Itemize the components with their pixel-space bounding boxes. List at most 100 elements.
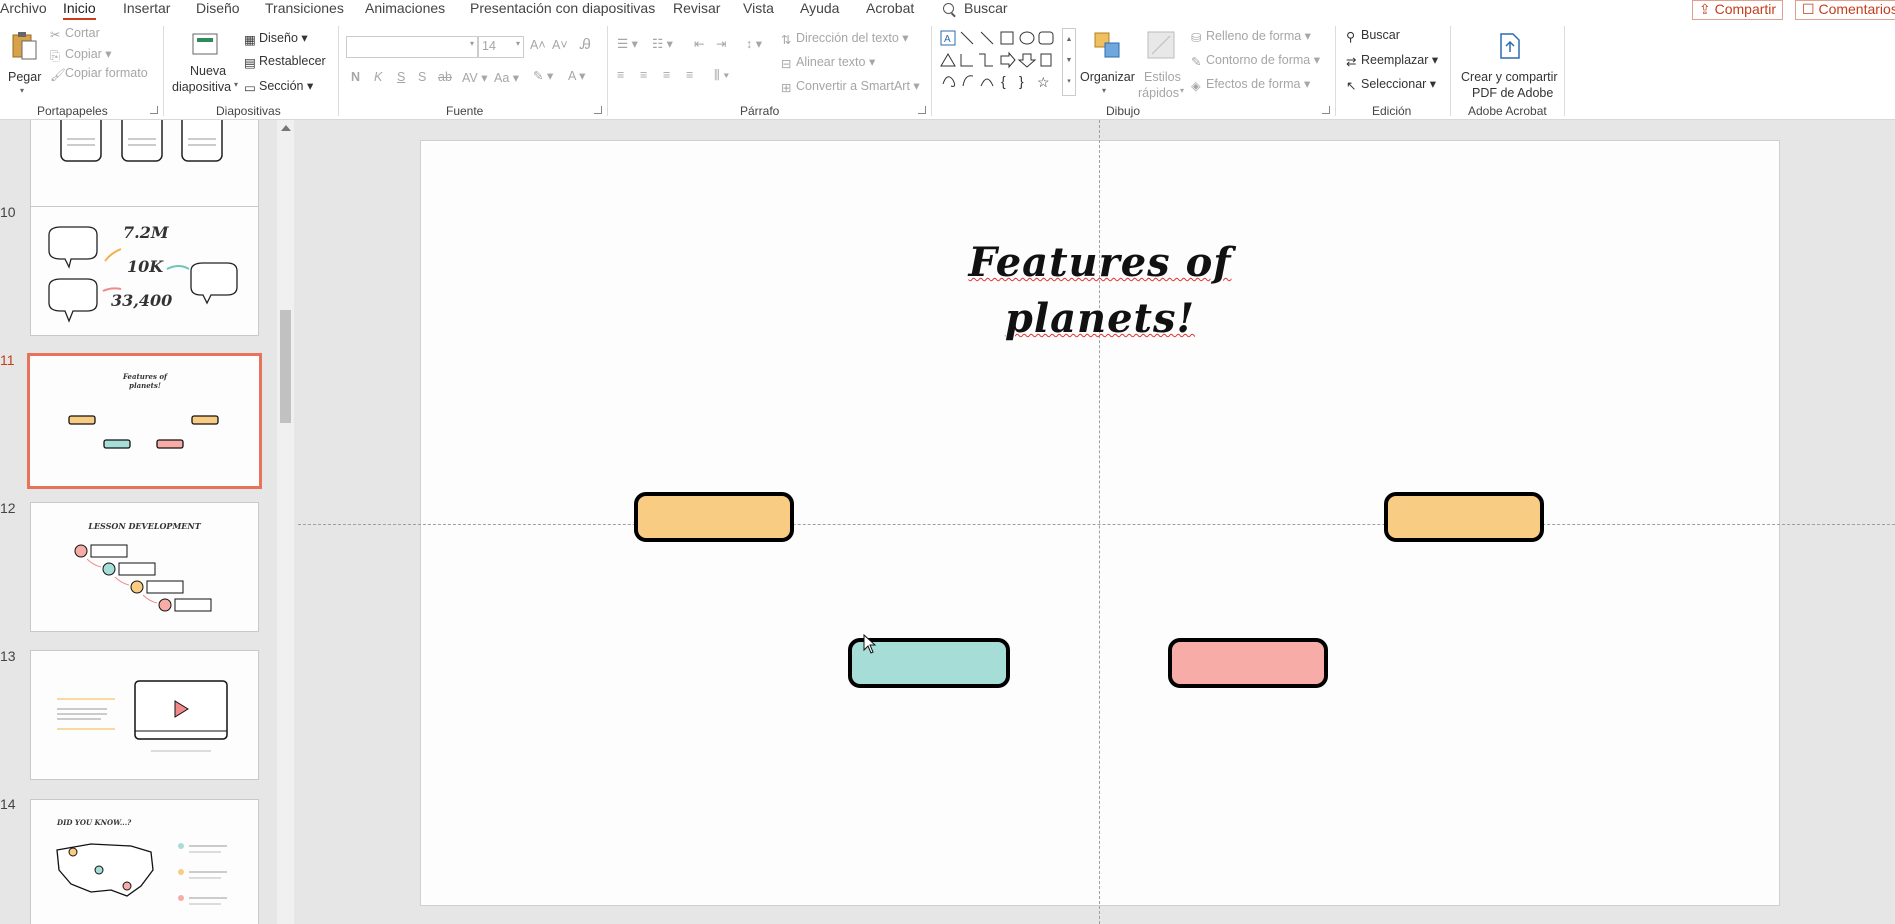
tab-diseno[interactable]: Diseño: [196, 0, 240, 18]
section-button[interactable]: ▭ Sección ▾: [244, 78, 313, 95]
font-size-dropdown[interactable]: 14 ▾: [478, 36, 524, 58]
layout-button[interactable]: ▦ Diseño ▾: [244, 30, 308, 47]
font-color-icon[interactable]: A ▾: [568, 68, 585, 83]
tab-animaciones[interactable]: Animaciones: [365, 0, 445, 18]
font-name-dropdown[interactable]: ▾: [346, 36, 478, 58]
launcher-icon[interactable]: [1322, 106, 1330, 114]
scroll-up-icon[interactable]: [281, 125, 291, 131]
quick-styles-button[interactable]: Estilos rápidos ▾: [1136, 28, 1188, 104]
mouse-cursor-icon: [863, 634, 877, 654]
slide-title-line-1: Features of: [968, 239, 1232, 286]
tab-inicio[interactable]: Inicio: [63, 0, 96, 20]
slide-thumbnail-10[interactable]: 7.2M 10K 33,400: [30, 206, 259, 336]
copy-button[interactable]: ⎘ Copiar ▾: [50, 46, 112, 63]
tab-transiciones[interactable]: Transiciones: [265, 0, 344, 18]
slide-thumbnail-13[interactable]: [30, 650, 259, 780]
align-right-icon[interactable]: ≡: [663, 68, 670, 82]
tab-acrobat[interactable]: Acrobat: [866, 0, 914, 18]
reset-button[interactable]: ▤ Restablecer: [244, 54, 326, 70]
strikethrough-icon[interactable]: ab: [438, 70, 452, 84]
slide-title-line-2: planets!: [1004, 295, 1196, 342]
change-case-icon[interactable]: Aa ▾: [494, 70, 519, 85]
slide-title[interactable]: Features of planets!: [900, 235, 1300, 347]
tab-vista[interactable]: Vista: [743, 0, 774, 18]
align-left-icon[interactable]: ≡: [617, 68, 624, 82]
shape-fill-button[interactable]: ⛁ Relleno de forma ▾: [1191, 28, 1311, 45]
slide-thumbnail-11[interactable]: Features of planets!: [27, 353, 262, 489]
paint-bucket-icon: ⛁: [1191, 31, 1202, 45]
tab-ayuda[interactable]: Ayuda: [800, 0, 839, 18]
share-button[interactable]: ⇪ Compartir: [1692, 0, 1784, 20]
separator: [163, 26, 164, 116]
thumb-title: DID YOU KNOW...?: [57, 818, 132, 827]
yellow-shape-right[interactable]: [1384, 492, 1544, 542]
underline-icon[interactable]: S: [397, 70, 405, 84]
paste-button[interactable]: Pegar ▾: [8, 28, 41, 98]
bullets-icon[interactable]: ☰ ▾: [617, 36, 638, 51]
numbering-icon[interactable]: ☷ ▾: [652, 36, 673, 51]
search-icon: ⚲: [1346, 30, 1356, 44]
align-text-button[interactable]: ⊟ Alinear texto ▾: [781, 54, 875, 71]
launcher-icon[interactable]: [150, 106, 158, 114]
cut-button[interactable]: ✂ Cortar: [50, 26, 100, 42]
highlight-icon[interactable]: ✎ ▾: [533, 68, 553, 83]
search-box[interactable]: Buscar: [943, 0, 1008, 17]
select-button[interactable]: ↖ Seleccionar ▾: [1346, 76, 1436, 93]
horizontal-guide[interactable]: [298, 524, 1895, 525]
pink-shape[interactable]: [1168, 638, 1328, 688]
tab-revisar[interactable]: Revisar: [673, 0, 720, 18]
shrink-font-icon[interactable]: A˅: [552, 38, 568, 52]
section-label: Sección: [259, 79, 304, 93]
group-label-acrobat: Adobe Acrobat: [1468, 104, 1547, 118]
search-icon: [943, 3, 954, 14]
line-spacing-icon[interactable]: ↕ ▾: [746, 36, 762, 51]
text-direction-button[interactable]: ⇅ Dirección del texto ▾: [781, 30, 909, 47]
italic-icon[interactable]: K: [374, 70, 382, 84]
tab-insertar[interactable]: Insertar: [123, 0, 170, 18]
create-pdf-button[interactable]: Crear y compartir PDF de Adobe: [1458, 28, 1562, 104]
ribbon: Pegar ▾ ✂ Cortar ⎘ Copiar ▾ 🖌Copiar format…: [0, 20, 1895, 120]
smartart-button[interactable]: ⊞ Convertir a SmartArt ▾: [781, 78, 920, 95]
thumbnail-scrollbar[interactable]: [277, 120, 294, 924]
shapes-gallery[interactable]: A {} ☆: [939, 28, 1059, 94]
scrollbar-thumb[interactable]: [280, 310, 291, 423]
grow-font-icon[interactable]: A˄: [530, 38, 546, 52]
shape-outline-button[interactable]: ✎ Contorno de forma ▾: [1191, 52, 1320, 69]
right-edge-ticks: [1779, 141, 1780, 905]
svg-text:☆: ☆: [1037, 74, 1050, 90]
indent-icon[interactable]: ⇥: [716, 36, 726, 51]
columns-icon[interactable]: ⫼ ▾: [714, 68, 729, 83]
new-slide-button[interactable]: Nueva diapositiva ▾: [172, 28, 238, 104]
replace-button[interactable]: ⇄ Reemplazar ▾: [1346, 52, 1438, 69]
spacing-icon[interactable]: AV ▾: [462, 70, 488, 85]
justify-icon[interactable]: ≡: [686, 68, 693, 82]
tab-presentacion[interactable]: Presentación con diapositivas: [470, 0, 655, 18]
outdent-icon[interactable]: ⇤: [694, 36, 704, 51]
group-label-font: Fuente: [446, 104, 484, 118]
find-button[interactable]: ⚲ Buscar: [1346, 28, 1400, 44]
arrange-button[interactable]: Organizar ▾: [1080, 28, 1135, 104]
slide-number: 13: [0, 648, 16, 664]
shape-effects-button[interactable]: ◈ Efectos de forma ▾: [1191, 76, 1310, 93]
slide-13-preview: [57, 680, 228, 752]
launcher-icon[interactable]: [594, 106, 602, 114]
format-painter-button[interactable]: 🖌Copiar formato: [50, 66, 148, 82]
separator: [1564, 26, 1565, 116]
align-center-icon[interactable]: ≡: [640, 68, 647, 82]
thumb-stat-1: 7.2M: [123, 223, 169, 242]
yellow-shape-left[interactable]: [634, 492, 794, 542]
thumb-title: LESSON DEVELOPMENT: [88, 521, 201, 531]
slide-thumbnail-pane: 10 7.2M 10K 33,400 11 Features of planet…: [0, 120, 277, 924]
shadow-icon[interactable]: S: [418, 70, 426, 84]
tab-archivo[interactable]: Archivo: [0, 0, 47, 18]
launcher-icon[interactable]: [918, 106, 926, 114]
text-direction-icon: ⇅: [781, 33, 792, 47]
shape-effects-label: Efectos de forma: [1206, 77, 1301, 91]
bold-icon[interactable]: N: [351, 70, 360, 84]
slide-thumbnail-14[interactable]: DID YOU KNOW...?: [30, 799, 259, 924]
clear-format-icon[interactable]: Ꭿ: [580, 36, 591, 53]
comments-button[interactable]: ☐ Comentarios: [1795, 0, 1895, 20]
slide-thumbnail-12[interactable]: LESSON DEVELOPMENT: [30, 502, 259, 632]
layout-icon: ▦: [244, 33, 256, 47]
gallery-scrollbar[interactable]: ▲ ▼ ▾: [1062, 28, 1076, 96]
